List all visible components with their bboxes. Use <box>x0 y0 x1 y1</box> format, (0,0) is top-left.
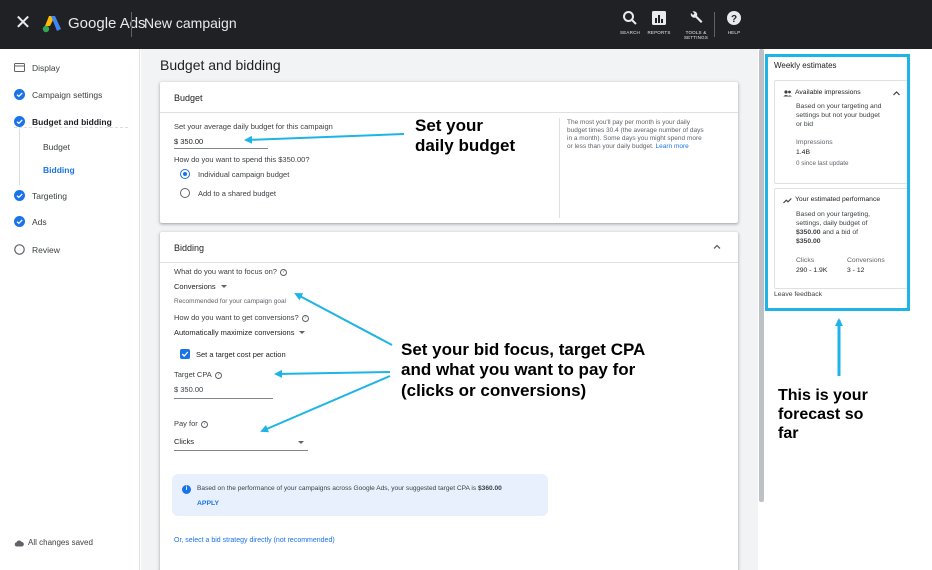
annotation-arrows <box>244 133 843 433</box>
arrow-to-target-cpa <box>274 369 391 378</box>
arrow-to-focus <box>294 293 393 346</box>
arrow-to-budget <box>244 133 405 144</box>
arrow-to-pay-for <box>260 375 391 433</box>
